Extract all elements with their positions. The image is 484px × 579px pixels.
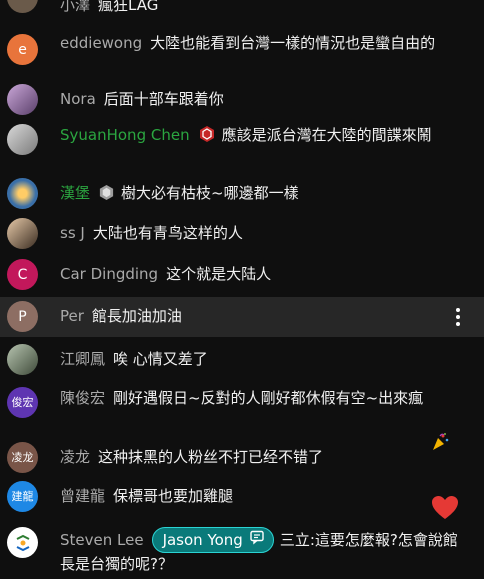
message-author[interactable]: ss J (60, 224, 85, 242)
message-author[interactable]: Steven Lee (60, 531, 144, 549)
avatar[interactable] (7, 84, 38, 115)
avatar[interactable]: 凌龙 (7, 442, 38, 473)
mention-chip[interactable]: Jason Yong (151, 527, 274, 553)
mention-name: Jason Yong (162, 531, 243, 549)
avatar[interactable]: e (7, 34, 38, 65)
chat-message-hovered[interactable]: P Per 館長加油加油 (0, 297, 484, 337)
avatar-letter: 俊宏 (11, 395, 34, 409)
avatar-letter: 建龍 (11, 489, 34, 503)
chat-message: 江卿鳳唉 心情又差了 (0, 344, 484, 375)
avatar[interactable] (7, 218, 38, 249)
avatar[interactable]: P (7, 301, 38, 332)
avatar-letter: e (18, 41, 27, 58)
message-author[interactable]: 江卿鳳 (60, 350, 105, 368)
chat-message: 俊宏 陳俊宏 剛好遇假日~反對的人剛好都休假有空~出來瘋 (0, 387, 484, 418)
message-text: 大陆也有青鸟这样的人 (92, 224, 243, 242)
avatar[interactable]: 建龍 (7, 481, 38, 512)
message-text: 瘋狂LAG (98, 0, 159, 14)
more-vert-icon[interactable] (449, 305, 467, 329)
chat-message: C Car Dingding 这个就是大陆人 (0, 259, 484, 290)
avatar[interactable] (7, 0, 38, 13)
avatar-letter: C (17, 266, 28, 283)
message-author[interactable]: SyuanHong Chen (60, 126, 190, 144)
message-text: 大陸也能看到台灣一樣的情況也是蠻自由的 (150, 34, 436, 52)
chat-message: e eddiewong 大陸也能看到台灣一樣的情況也是蠻自由的 (0, 32, 484, 65)
avatar[interactable] (7, 344, 38, 375)
message-text: 樹大必有枯枝~哪邊都一樣 (121, 184, 299, 202)
message-text: 这种抹黑的人粉丝不打已经不错了 (98, 448, 324, 466)
message-author[interactable]: 漢堡 (60, 184, 90, 202)
avatar[interactable]: 俊宏 (7, 387, 38, 418)
member-badge-icon (198, 125, 216, 143)
chat-message: 漢堡 樹大必有枯枝~哪邊都一樣 (0, 178, 484, 209)
message-text: 館長加油加油 (91, 307, 182, 325)
message-author[interactable]: Per (60, 307, 84, 325)
chat-message: Steven Lee Jason Yong 三立:這要怎麼報?怎會說館長是台獨的呢?… (0, 527, 484, 575)
chat-message: SyuanHong Chen 應該是派台灣在大陸的間諜來鬧 (0, 124, 484, 155)
message-text: 保標哥也要加雞腿 (113, 487, 234, 505)
message-author[interactable]: eddiewong (60, 34, 142, 52)
avatar-letter: 凌龙 (11, 450, 34, 464)
chat-message: 小澤 瘋狂LAG (0, 0, 484, 16)
message-text: 應該是派台灣在大陸的間諜來鬧 (221, 126, 432, 144)
message-author[interactable]: 小澤 (60, 0, 90, 14)
message-text: 这个就是大陆人 (166, 265, 272, 283)
message-author[interactable]: Car Dingding (60, 265, 158, 283)
message-author[interactable]: 凌龙 (60, 448, 90, 466)
message-text: 唉 心情又差了 (113, 350, 208, 368)
message-text: 剛好遇假日~反對的人剛好都休假有空~出來瘋 (113, 389, 424, 407)
comment-icon (249, 529, 265, 551)
avatar-letter: P (18, 308, 27, 325)
avatar[interactable] (7, 178, 38, 209)
live-chat-list: 小澤 瘋狂LAG e eddiewong 大陸也能看到台灣一樣的情況也是蠻自由的 N… (0, 0, 484, 579)
moderator-badge-icon (98, 184, 115, 201)
party-popper-icon (430, 432, 450, 456)
avatar[interactable]: C (7, 259, 38, 290)
chat-message: 建龍 曾建龍 保標哥也要加雞腿 (0, 481, 484, 512)
heart-icon (431, 495, 459, 525)
avatar[interactable] (7, 527, 38, 558)
chat-message: ss J 大陆也有青鸟这样的人 (0, 218, 484, 249)
message-author[interactable]: 陳俊宏 (60, 389, 105, 407)
message-author[interactable]: Nora (60, 90, 96, 108)
message-text: 后面十部车跟着你 (103, 90, 224, 108)
message-author[interactable]: 曾建龍 (60, 487, 105, 505)
avatar[interactable] (7, 124, 38, 155)
chat-message: 凌龙 凌龙 这种抹黑的人粉丝不打已经不错了 (0, 442, 484, 473)
chat-message: Nora 后面十部车跟着你 (0, 84, 484, 115)
